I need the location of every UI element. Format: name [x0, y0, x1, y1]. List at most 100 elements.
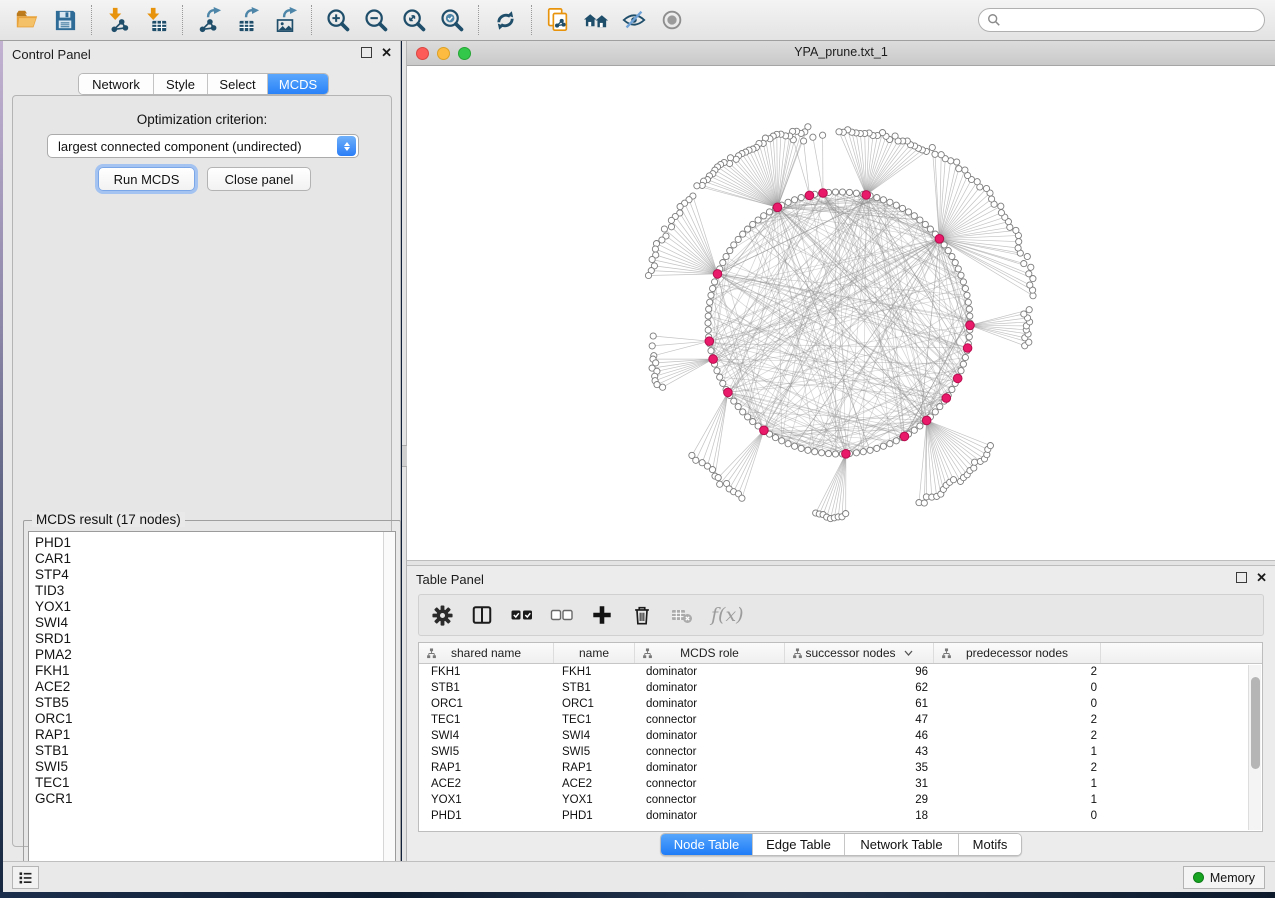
table-cell: YOX1	[554, 792, 635, 808]
table-cell: dominator	[635, 808, 785, 824]
table-toolbar: f(x)	[418, 594, 1264, 636]
desktop-wallpaper-bottom	[0, 892, 1275, 898]
import-table-button[interactable]	[137, 3, 175, 37]
table-row[interactable]: ACE2ACE2connector311	[419, 776, 1262, 792]
table-row[interactable]: SWI5SWI5connector431	[419, 744, 1262, 760]
table-cell: 1	[934, 776, 1101, 792]
export-network-button[interactable]	[190, 3, 228, 37]
zoom-selected-button[interactable]	[433, 3, 471, 37]
hide-selected-button[interactable]	[615, 3, 653, 37]
first-neighbors-button[interactable]	[577, 3, 615, 37]
table-row[interactable]: SWI4SWI4dominator462	[419, 728, 1262, 744]
delete-table-button[interactable]	[669, 602, 695, 628]
table-scrollbar-thumb[interactable]	[1251, 677, 1260, 769]
export-table-button[interactable]	[228, 3, 266, 37]
table-scrollbar[interactable]	[1248, 665, 1261, 830]
desktop-wallpaper-left	[0, 41, 3, 892]
close-panel-button[interactable]: Close panel	[207, 167, 311, 191]
search-input[interactable]	[1001, 10, 1264, 30]
table-row[interactable]: STB1STB1dominator620	[419, 680, 1262, 696]
table-cell: 0	[934, 680, 1101, 696]
network-canvas[interactable]	[407, 66, 1275, 560]
mcds-result-item[interactable]: FKH1	[29, 663, 383, 679]
column-header-successor-nodes[interactable]: successor nodes	[785, 643, 934, 663]
table-row[interactable]: RAP1RAP1dominator352	[419, 760, 1262, 776]
tab-style[interactable]: Style	[154, 74, 208, 94]
tab-network-table[interactable]: Network Table	[845, 834, 959, 855]
table-row[interactable]: FKH1FKH1dominator962	[419, 664, 1262, 680]
select-all-button[interactable]	[509, 602, 535, 628]
close-icon[interactable]: ✕	[1256, 572, 1267, 583]
open-folder-icon	[14, 7, 40, 33]
export-image-button[interactable]	[266, 3, 304, 37]
table-row[interactable]: PHD1PHD1dominator180	[419, 808, 1262, 824]
mcds-result-item[interactable]: CAR1	[29, 551, 383, 567]
column-header-name[interactable]: name	[554, 643, 635, 663]
mcds-result-item[interactable]: SRD1	[29, 631, 383, 647]
task-history-button[interactable]	[12, 866, 39, 889]
first-neighbors-icon	[583, 7, 610, 34]
table-cell: STB1	[419, 680, 554, 696]
show-all-button[interactable]	[653, 3, 691, 37]
optimization-criterion-value: largest connected component (undirected)	[48, 139, 337, 154]
table-row[interactable]: ORC1ORC1dominator610	[419, 696, 1262, 712]
table-cell: 35	[785, 760, 934, 776]
mcds-result-item[interactable]: YOX1	[29, 599, 383, 615]
tab-node-table[interactable]: Node Table	[661, 834, 753, 855]
mcds-result-item[interactable]: RAP1	[29, 727, 383, 743]
function-builder-button[interactable]: f(x)	[711, 604, 744, 626]
table-cell: ORC1	[554, 696, 635, 712]
table-row[interactable]: YOX1YOX1connector291	[419, 792, 1262, 808]
mcds-result-item[interactable]: PMA2	[29, 647, 383, 663]
tab-edge-table[interactable]: Edge Table	[753, 834, 845, 855]
column-header-mcds-role[interactable]: MCDS role	[635, 643, 785, 663]
mcds-result-item[interactable]: STP4	[29, 567, 383, 583]
mcds-result-item[interactable]: ACE2	[29, 679, 383, 695]
import-network-button[interactable]	[99, 3, 137, 37]
table-cell: connector	[635, 712, 785, 728]
table-settings-button[interactable]	[429, 602, 455, 628]
float-window-icon[interactable]	[361, 47, 372, 58]
zoom-in-button[interactable]	[319, 3, 357, 37]
tab-mcds[interactable]: MCDS	[268, 74, 328, 94]
mcds-result-item[interactable]: SWI4	[29, 615, 383, 631]
tab-motifs[interactable]: Motifs	[959, 834, 1021, 855]
table-cell: 47	[785, 712, 934, 728]
table-row[interactable]: TEC1TEC1connector472	[419, 712, 1262, 728]
mcds-result-item[interactable]: STB5	[29, 695, 383, 711]
table-cell: STB1	[554, 680, 635, 696]
mcds-result-item[interactable]: PHD1	[29, 535, 383, 551]
add-column-button[interactable]	[589, 602, 615, 628]
save-button[interactable]	[46, 3, 84, 37]
show-columns-button[interactable]	[469, 602, 495, 628]
mcds-result-item[interactable]: TID3	[29, 583, 383, 599]
run-mcds-button[interactable]: Run MCDS	[98, 167, 195, 191]
table-cell: ORC1	[419, 696, 554, 712]
close-icon[interactable]: ✕	[381, 47, 392, 58]
mcds-result-item[interactable]: STB1	[29, 743, 383, 759]
deselect-all-button[interactable]	[549, 602, 575, 628]
column-type-icon	[426, 648, 437, 659]
delete-column-button[interactable]	[629, 602, 655, 628]
table-cell: ACE2	[554, 776, 635, 792]
float-window-icon[interactable]	[1236, 572, 1247, 583]
column-header-predecessor-nodes[interactable]: predecessor nodes	[934, 643, 1101, 663]
zoom-fit-button[interactable]	[395, 3, 433, 37]
node-table: shared name name MCDS role	[418, 642, 1263, 832]
tab-select[interactable]: Select	[208, 74, 268, 94]
optimization-criterion-select[interactable]: largest connected component (undirected)	[47, 134, 359, 158]
tab-network[interactable]: Network	[79, 74, 154, 94]
mcds-scrollbar[interactable]	[383, 532, 395, 887]
node-table-body: FKH1FKH1dominator962STB1STB1dominator620…	[419, 664, 1262, 824]
open-button[interactable]	[8, 3, 46, 37]
zoom-out-button[interactable]	[357, 3, 395, 37]
column-header-shared-name[interactable]: shared name	[419, 643, 554, 663]
mcds-result-item[interactable]: ORC1	[29, 711, 383, 727]
network-graph[interactable]	[407, 66, 1275, 560]
mcds-result-item[interactable]: SWI5	[29, 759, 383, 775]
memory-button[interactable]: Memory	[1183, 866, 1265, 889]
refresh-button[interactable]	[486, 3, 524, 37]
new-network-from-selection-button[interactable]	[539, 3, 577, 37]
mcds-result-item[interactable]: GCR1	[29, 791, 383, 807]
mcds-result-item[interactable]: TEC1	[29, 775, 383, 791]
